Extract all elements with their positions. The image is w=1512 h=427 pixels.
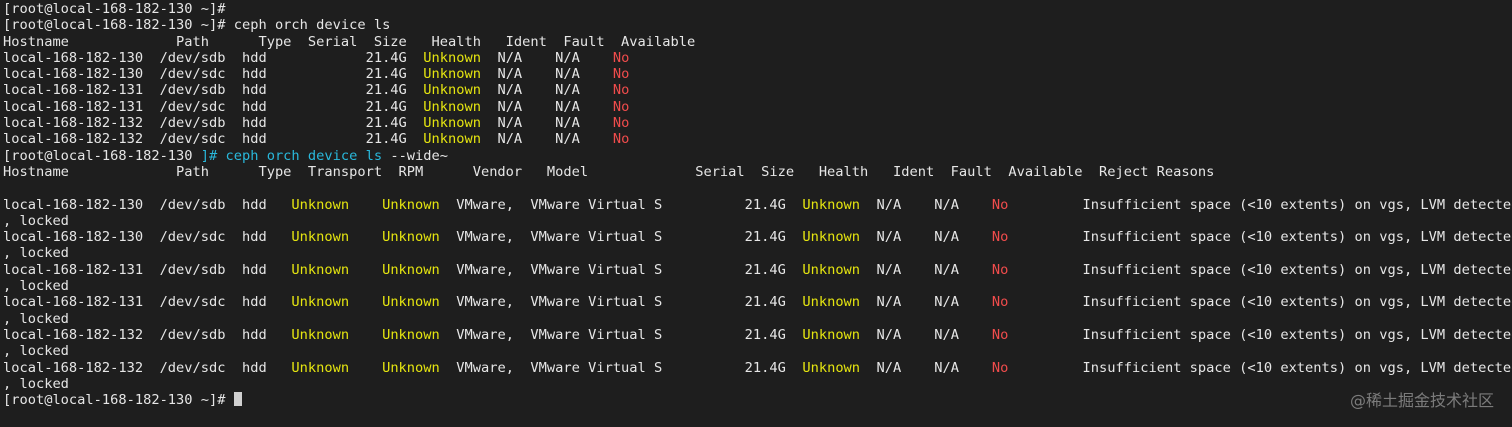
status-unknown: Unknown <box>423 131 481 148</box>
terminal-line: local-168-182-130 /dev/sdc hdd 21.4G Unk… <box>3 66 630 83</box>
available-no: No <box>991 261 1009 278</box>
available-no: No <box>612 49 630 66</box>
status-unknown: Unknown <box>423 66 481 83</box>
status-unknown: Unknown <box>802 196 861 213</box>
terminal-line: local-168-182-131 /dev/sdc hdd Unknown U… <box>3 294 1512 311</box>
terminal-line: , locked <box>3 375 69 392</box>
terminal-line: , locked <box>3 212 69 229</box>
terminal-line: local-168-182-130 /dev/sdc hdd Unknown U… <box>3 229 1512 246</box>
status-unknown: Unknown <box>382 229 440 246</box>
status-unknown: Unknown <box>802 326 861 343</box>
terminal-line: local-168-182-132 /dev/sdc hdd Unknown U… <box>3 359 1512 376</box>
terminal-line: [root@local-168-182-130 ~]# <box>3 392 1512 408</box>
available-no: No <box>612 131 630 148</box>
terminal-output[interactable]: [root@local-168-182-130 ~]# [root@local-1… <box>3 1 1512 408</box>
status-unknown: Unknown <box>291 294 350 311</box>
available-no: No <box>991 326 1009 343</box>
available-no: No <box>991 359 1009 376</box>
terminal-line: Hostname Path Type Serial Size Health Id… <box>3 33 696 50</box>
available-no: No <box>991 196 1009 213</box>
status-unknown: Unknown <box>382 359 440 376</box>
status-unknown: Unknown <box>802 229 861 246</box>
terminal-line: [root@local-168-182-130 ~]# <box>3 1 226 17</box>
terminal-line: , locked <box>3 278 69 295</box>
status-unknown: Unknown <box>382 261 440 278</box>
terminal-line: [root@local-168-182-130 ]# ceph orch dev… <box>3 147 449 164</box>
terminal-line: , locked <box>3 245 69 262</box>
terminal-line: local-168-182-131 /dev/sdb hdd 21.4G Unk… <box>3 82 630 99</box>
available-no: No <box>991 229 1009 246</box>
status-unknown: Unknown <box>291 196 350 213</box>
terminal-line: local-168-182-132 /dev/sdb hdd Unknown U… <box>3 326 1512 343</box>
available-no: No <box>612 66 630 83</box>
status-unknown: Unknown <box>291 261 350 278</box>
available-no: No <box>991 294 1009 311</box>
terminal-line: Hostname Path Type Transport RPM Vendor … <box>3 163 1215 180</box>
status-unknown: Unknown <box>382 326 440 343</box>
status-unknown: Unknown <box>802 261 861 278</box>
terminal-line: , locked <box>3 310 69 327</box>
cli-flag: ]# ceph orch device ls <box>200 147 391 164</box>
status-unknown: Unknown <box>423 115 481 132</box>
terminal-line: [root@local-168-182-130 ~]# ceph orch de… <box>3 17 391 34</box>
available-no: No <box>612 98 630 115</box>
status-unknown: Unknown <box>291 359 350 376</box>
terminal-line: local-168-182-131 /dev/sdb hdd Unknown U… <box>3 261 1512 278</box>
cursor-block <box>233 392 242 407</box>
terminal-line: local-168-182-132 /dev/sdc hdd 21.4G Unk… <box>3 131 630 148</box>
terminal-line: , locked <box>3 343 69 360</box>
available-no: No <box>612 115 630 132</box>
status-unknown: Unknown <box>423 49 481 66</box>
available-no: No <box>612 82 630 99</box>
terminal-line: local-168-182-130 /dev/sdb hdd 21.4G Unk… <box>3 49 630 66</box>
watermark: @稀土掘金技术社区 <box>1349 391 1494 410</box>
terminal-line: local-168-182-131 /dev/sdc hdd 21.4G Unk… <box>3 98 630 115</box>
status-unknown: Unknown <box>291 326 350 343</box>
status-unknown: Unknown <box>802 294 861 311</box>
status-unknown: Unknown <box>382 196 440 213</box>
status-unknown: Unknown <box>291 229 350 246</box>
status-unknown: Unknown <box>423 98 481 115</box>
status-unknown: Unknown <box>802 359 861 376</box>
terminal-line: local-168-182-130 /dev/sdb hdd Unknown U… <box>3 196 1512 213</box>
status-unknown: Unknown <box>423 82 481 99</box>
status-unknown: Unknown <box>382 294 440 311</box>
terminal-line: local-168-182-132 /dev/sdb hdd 21.4G Unk… <box>3 115 630 132</box>
